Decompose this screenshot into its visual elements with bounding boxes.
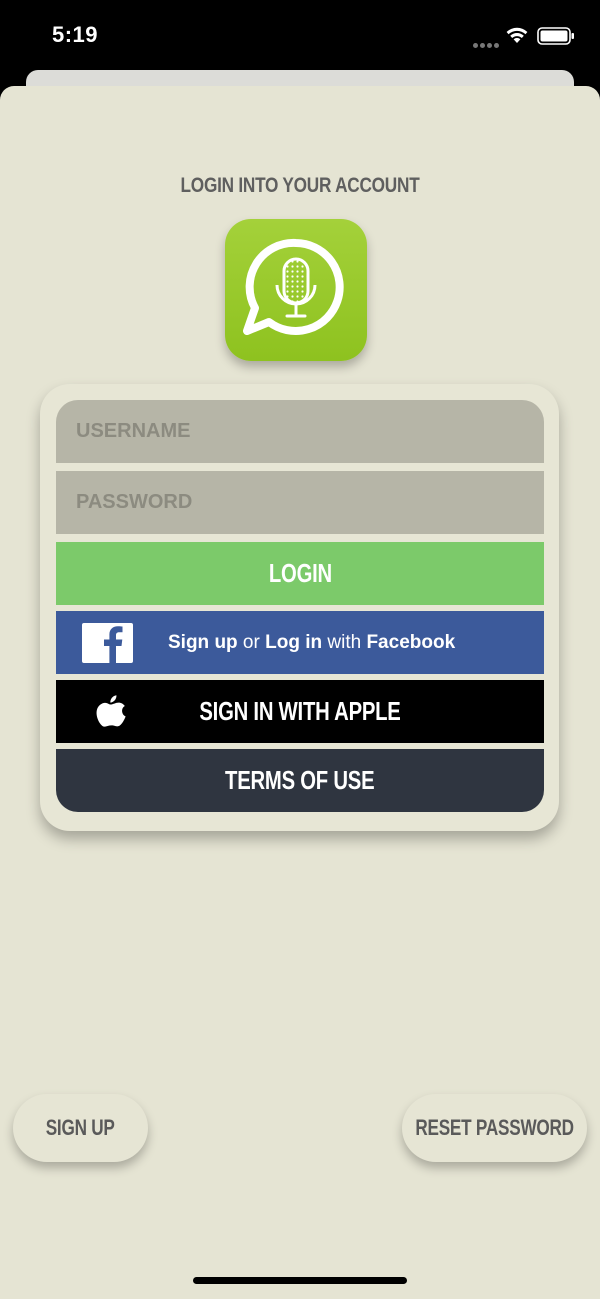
home-indicator (193, 1277, 407, 1284)
login-button[interactable]: LOGIN (56, 542, 544, 605)
signal-icon (473, 35, 503, 48)
terms-of-use-label: TERMS OF USE (225, 765, 375, 795)
wifi-icon (506, 27, 528, 43)
facebook-icon (82, 623, 133, 663)
status-time: 5:19 (52, 22, 99, 47)
login-form: LOGIN Sign up or Log in with Facebook SI… (56, 400, 544, 812)
facebook-label-facebook: Facebook (366, 632, 456, 653)
battery-icon (537, 27, 574, 45)
username-input[interactable] (56, 400, 544, 463)
apple-signin-label: SIGN IN WITH APPLE (199, 696, 401, 726)
reset-password-label: RESET PASSWORD (415, 1115, 574, 1140)
status-bar: 5:19 (0, 0, 600, 70)
terms-of-use-button[interactable]: TERMS OF USE (56, 749, 544, 812)
page-title: LOGIN INTO YOUR ACCOUNT (54, 174, 546, 198)
facebook-label-sign-up: Sign up (168, 632, 238, 653)
facebook-button-label: Sign up or Log in with Facebook (168, 611, 455, 674)
apple-signin-button[interactable]: SIGN IN WITH APPLE (56, 680, 544, 743)
app-logo (225, 219, 367, 361)
sign-up-button[interactable]: SIGN UP (13, 1094, 148, 1162)
apple-icon (96, 695, 126, 727)
page-title-text: LOGIN INTO YOUR ACCOUNT (180, 174, 420, 197)
facebook-label-log-in: Log in (265, 632, 323, 653)
password-input[interactable] (56, 471, 544, 534)
login-card: LOGIN Sign up or Log in with Facebook SI… (40, 384, 559, 831)
reset-password-button[interactable]: RESET PASSWORD (402, 1094, 587, 1162)
sign-up-label: SIGN UP (46, 1115, 115, 1140)
microphone-chat-icon (243, 238, 344, 335)
facebook-label-or: or (237, 632, 266, 653)
login-button-label: LOGIN (268, 558, 332, 588)
facebook-login-button[interactable]: Sign up or Log in with Facebook (56, 611, 544, 674)
facebook-label-with: with (322, 632, 367, 653)
